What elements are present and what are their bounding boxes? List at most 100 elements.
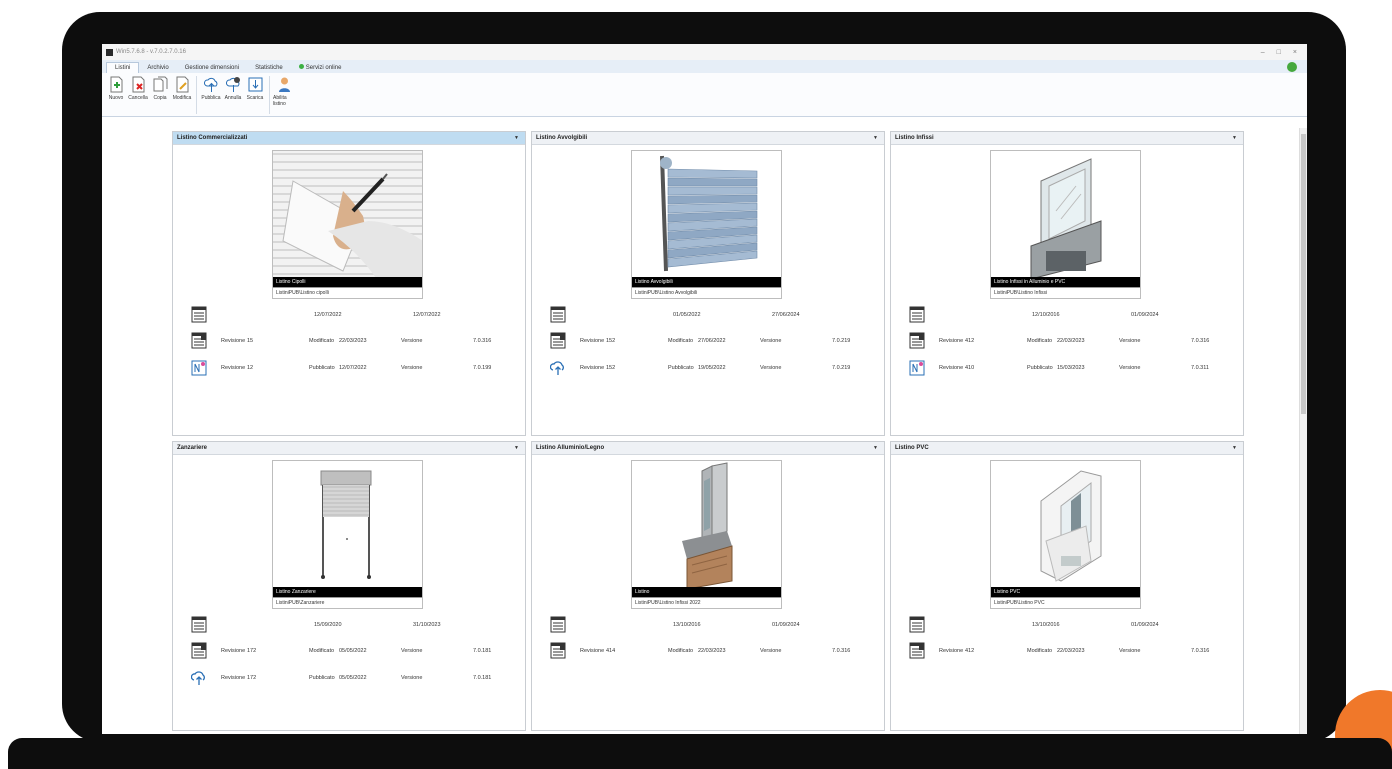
price-list-card[interactable]: Zanzariere ▼ Listino Zanzariere ListiniP… — [172, 441, 526, 731]
card-info-row: 01/05/2022 27/06/2024 — [550, 306, 870, 326]
version-label: Versione — [1119, 648, 1141, 654]
card-caption: Listino PVC — [991, 587, 1140, 597]
chevron-down-icon[interactable]: ▼ — [873, 135, 878, 141]
cloud-upload-icon[interactable] — [549, 359, 566, 376]
scarica-label: Scarica — [246, 95, 264, 101]
table-icon[interactable] — [550, 616, 566, 633]
version-label: Versione — [401, 365, 423, 371]
table-icon[interactable] — [550, 306, 566, 323]
created-date: 13/10/2016 — [1032, 622, 1060, 628]
chevron-down-icon[interactable]: ▼ — [1232, 135, 1237, 141]
product-image — [991, 151, 1140, 279]
chevron-down-icon[interactable]: ▼ — [514, 445, 519, 451]
tab-archivio[interactable]: Archivio — [139, 63, 176, 73]
version-value: 7.0.316 — [1191, 648, 1210, 654]
price-list-card[interactable]: Listino Commercializzati ▼ Listino Cipol… — [172, 131, 526, 436]
card-header[interactable]: Listino Commercializzati ▼ — [173, 132, 525, 145]
card-header[interactable]: Listino Alluminio/Legno ▼ — [532, 442, 884, 455]
blue-doc-icon[interactable] — [191, 359, 207, 376]
tab-statistiche[interactable]: Statistiche — [247, 63, 291, 73]
date-label: Modificato — [1027, 338, 1053, 344]
scrollbar-thumb[interactable] — [1301, 134, 1306, 414]
card-path: ListiniPUB\Listino Avvolgibili — [632, 287, 781, 298]
scarica-button[interactable]: Scarica — [244, 76, 266, 116]
delete-doc-icon — [131, 76, 146, 93]
edit-doc-icon — [175, 76, 190, 93]
card-header[interactable]: Listino Infissi ▼ — [891, 132, 1243, 145]
edit-table-icon[interactable] — [550, 332, 566, 349]
revision-value: 410 — [965, 365, 975, 371]
card-path: ListiniPUB\Listino PVC — [991, 597, 1140, 608]
revision-label: Revisione — [221, 338, 246, 344]
cancella-button[interactable]: Cancella — [127, 76, 149, 116]
edit-table-icon[interactable] — [550, 642, 566, 659]
table-icon[interactable] — [909, 616, 925, 633]
blue-doc-icon[interactable] — [909, 359, 925, 376]
maximize-button[interactable]: □ — [1277, 49, 1281, 56]
revision-label: Revisione — [221, 648, 246, 654]
revision-label: Revisione — [939, 338, 964, 344]
cloud-upload-icon — [203, 76, 219, 93]
card-path: ListiniPUB\Listino cipolli — [273, 287, 422, 298]
chevron-down-icon[interactable]: ▼ — [873, 445, 878, 451]
cloud-upload-icon[interactable] — [190, 669, 207, 686]
app-window: Win5.7.6.8 - v.7.0.2.7.0.16 – □ × Listin… — [102, 44, 1307, 734]
card-info-row: 12/07/2022 12/07/2022 — [191, 306, 511, 326]
version-label: Versione — [401, 338, 423, 344]
table-icon[interactable] — [191, 306, 207, 323]
copia-button[interactable]: Copia — [149, 76, 171, 116]
edit-table-icon[interactable] — [909, 642, 925, 659]
chevron-down-icon[interactable]: ▼ — [514, 135, 519, 141]
modifica-button[interactable]: Modifica — [171, 76, 193, 116]
card-caption: Listino Cipolli — [273, 277, 422, 287]
copy-doc-icon — [153, 76, 168, 93]
abilita-listino-button[interactable]: Abilita listino — [273, 76, 295, 116]
edit-table-icon[interactable] — [191, 332, 207, 349]
card-thumbnail: Listino PVC ListiniPUB\Listino PVC — [990, 460, 1141, 609]
card-info-row: Revisione 172 Modificato 05/05/2022 Versione… — [191, 642, 511, 662]
card-header[interactable]: Zanzariere ▼ — [173, 442, 525, 455]
help-icon[interactable] — [1287, 62, 1297, 72]
version-label: Versione — [401, 648, 423, 654]
date-label: Modificato — [309, 648, 335, 654]
version-value: 7.0.181 — [473, 648, 492, 654]
pubblica-button[interactable]: Pubblica — [200, 76, 222, 116]
table-icon[interactable] — [909, 306, 925, 323]
table-icon[interactable] — [191, 616, 207, 633]
tab-servizi-online[interactable]: Servizi online — [291, 62, 350, 73]
version-value: 7.0.181 — [473, 675, 492, 681]
nuovo-button[interactable]: Nuovo — [105, 76, 127, 116]
price-list-card[interactable]: Listino PVC ▼ Listino PVC ListiniPUB\Lis… — [890, 441, 1244, 731]
close-button[interactable]: × — [1293, 49, 1297, 56]
revision-label: Revisione — [580, 365, 605, 371]
version-value: 7.0.316 — [473, 338, 492, 344]
window-controls: – □ × — [1261, 49, 1307, 56]
tab-listini[interactable]: Listini — [106, 62, 140, 73]
date-value: 22/03/2023 — [1057, 648, 1085, 654]
card-header[interactable]: Listino PVC ▼ — [891, 442, 1243, 455]
card-info-row: 13/10/2016 01/09/2024 — [909, 616, 1229, 636]
minimize-button[interactable]: – — [1261, 49, 1265, 56]
expiry-date: 01/09/2024 — [1131, 312, 1159, 318]
edit-table-icon[interactable] — [909, 332, 925, 349]
revision-label: Revisione — [939, 648, 964, 654]
card-title: Listino PVC — [895, 445, 929, 451]
annulla-button[interactable]: Annulla — [222, 76, 244, 116]
price-list-card[interactable]: Listino Avvolgibili ▼ Listino Avvolgibil… — [531, 131, 885, 436]
card-header[interactable]: Listino Avvolgibili ▼ — [532, 132, 884, 145]
date-value: 15/03/2023 — [1057, 365, 1085, 371]
card-title: Listino Commercializzati — [177, 135, 248, 141]
card-path: ListiniPUB\Zanzariere — [273, 597, 422, 608]
card-info-row: Revisione 414 Modificato 22/03/2023 Versione… — [550, 642, 870, 662]
price-list-grid: Listino Commercializzati ▼ Listino Cipol… — [172, 131, 1252, 731]
tab-servizi-online-label: Servizi online — [305, 65, 342, 71]
edit-table-icon[interactable] — [191, 642, 207, 659]
vertical-scrollbar[interactable] — [1299, 128, 1307, 734]
ribbon-tab-bar: Listini Archivio Gestione dimensioni Sta… — [102, 60, 1307, 73]
version-value: 7.0.316 — [832, 648, 851, 654]
tab-gestione-dimensioni[interactable]: Gestione dimensioni — [177, 63, 247, 73]
price-list-card[interactable]: Listino Alluminio/Legno ▼ Listino Listin… — [531, 441, 885, 731]
chevron-down-icon[interactable]: ▼ — [1232, 445, 1237, 451]
price-list-card[interactable]: Listino Infissi ▼ Listino Infissi in All… — [890, 131, 1244, 436]
abilita-listino-label: Abilita listino — [273, 95, 287, 107]
